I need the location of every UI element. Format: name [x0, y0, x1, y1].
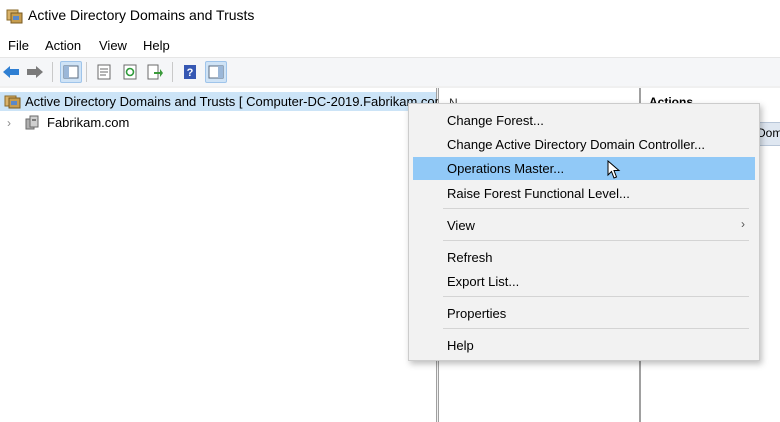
- show-hide-console-tree-icon[interactable]: [60, 61, 82, 83]
- menu-item-refresh[interactable]: Refresh: [413, 246, 755, 269]
- submenu-arrow-icon: ›: [741, 217, 745, 231]
- menu-separator: [443, 296, 749, 297]
- properties-icon[interactable]: [93, 61, 115, 83]
- menu-separator: [443, 328, 749, 329]
- mouse-cursor-icon: [607, 159, 621, 180]
- menu-item-label: Change Active Directory Domain Controlle…: [447, 137, 705, 152]
- menu-item-change-forest[interactable]: Change Forest...: [413, 109, 755, 132]
- help-icon[interactable]: ?: [179, 61, 201, 83]
- menu-file[interactable]: File: [8, 38, 29, 53]
- toolbar-separator: [52, 62, 53, 82]
- refresh-icon[interactable]: [119, 61, 141, 83]
- ad-domains-trusts-node-icon: [4, 94, 21, 109]
- console-tree-pane[interactable]: [0, 88, 437, 422]
- menu-item-properties[interactable]: Properties: [413, 302, 755, 325]
- menu-separator: [443, 240, 749, 241]
- menu-bar: File Action View Help: [0, 34, 780, 56]
- menu-item-label: Operations Master...: [447, 161, 565, 176]
- menu-item-label: Help: [447, 338, 474, 353]
- tree-root-label[interactable]: Active Directory Domains and Trusts [ Co…: [25, 94, 453, 109]
- svg-text:?: ?: [187, 67, 194, 79]
- actions-section-label[interactable]: Domai: [757, 126, 780, 140]
- menu-item-label: View: [447, 218, 475, 233]
- toolbar-separator: [172, 62, 173, 82]
- menu-item-label: Raise Forest Functional Level...: [447, 186, 630, 201]
- toolbar: ?: [0, 57, 780, 87]
- menu-separator: [443, 208, 749, 209]
- forward-icon[interactable]: [24, 61, 46, 83]
- menu-item-label: Change Forest...: [447, 113, 544, 128]
- domain-icon: [24, 115, 40, 131]
- back-icon[interactable]: [0, 61, 22, 83]
- menu-item-change-domain-controller[interactable]: Change Active Directory Domain Controlle…: [413, 133, 755, 156]
- menu-item-label: Refresh: [447, 250, 493, 265]
- menu-item-label: Export List...: [447, 274, 520, 289]
- window-title: Active Directory Domains and Trusts: [28, 7, 255, 23]
- ad-domains-trusts-app-icon: [6, 7, 23, 24]
- menu-item-operations-master[interactable]: Operations Master...: [413, 157, 755, 180]
- tree-item-fabrikam[interactable]: Fabrikam.com: [47, 115, 129, 130]
- context-menu: Change Forest... Change Active Directory…: [408, 103, 760, 361]
- export-list-icon[interactable]: [144, 61, 166, 83]
- menu-item-help[interactable]: Help: [413, 334, 755, 357]
- toolbar-separator: [86, 62, 87, 82]
- menu-item-view[interactable]: View ›: [413, 214, 755, 237]
- menu-help[interactable]: Help: [143, 38, 170, 53]
- menu-item-raise-forest-functional-level[interactable]: Raise Forest Functional Level...: [413, 182, 755, 205]
- show-hide-action-pane-icon[interactable]: [205, 61, 227, 83]
- menu-view[interactable]: View: [99, 38, 127, 53]
- menu-item-label: Properties: [447, 306, 507, 321]
- menu-item-export-list[interactable]: Export List...: [413, 270, 755, 293]
- expand-chevron-icon[interactable]: ›: [7, 116, 11, 130]
- menu-action[interactable]: Action: [45, 38, 81, 53]
